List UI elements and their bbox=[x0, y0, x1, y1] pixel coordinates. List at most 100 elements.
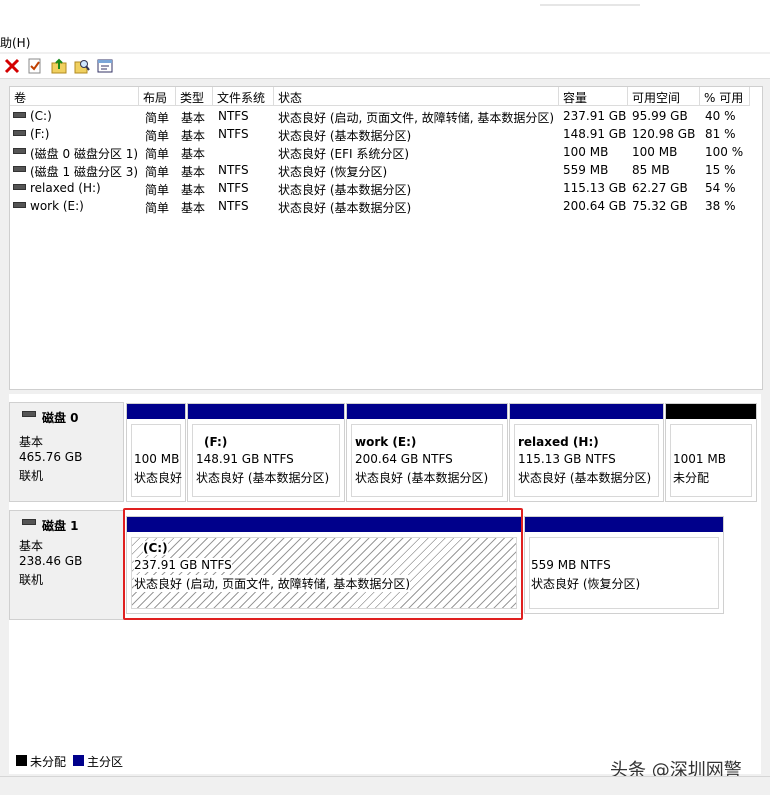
disk-type: 基本 bbox=[19, 435, 44, 449]
table-row[interactable]: (C:) 简单 基本 NTFS 状态良好 (启动, 页面文件, 故障转储, 基本… bbox=[10, 107, 762, 125]
disk-state: 联机 bbox=[19, 573, 44, 587]
col-header-pct-free[interactable]: % 可用 bbox=[700, 87, 750, 106]
cell-layout: 简单 bbox=[145, 201, 170, 215]
partition-size: 115.13 GB NTFS bbox=[518, 452, 616, 466]
col-header-capacity[interactable]: 容量 bbox=[559, 87, 628, 106]
cell-volume: (磁盘 1 磁盘分区 3) bbox=[30, 165, 139, 179]
drive-icon bbox=[13, 202, 26, 208]
cell-capacity: 100 MB bbox=[563, 145, 609, 159]
partition-title: relaxed (H:) bbox=[518, 435, 599, 449]
explore-icon[interactable] bbox=[74, 58, 90, 74]
partition-bar bbox=[525, 517, 723, 532]
volume-list: 卷 布局 类型 文件系统 状态 容量 可用空间 % 可用 (C:) 简单 基本 … bbox=[9, 86, 763, 390]
cell-capacity: 148.91 GB bbox=[563, 127, 627, 141]
cell-layout: 简单 bbox=[145, 111, 170, 125]
cell-fs: NTFS bbox=[218, 199, 249, 213]
partition-unallocated[interactable]: 1001 MB 未分配 bbox=[665, 403, 757, 502]
col-header-status[interactable]: 状态 bbox=[274, 87, 559, 106]
partition-status: 状态良好 (基本数据分区) bbox=[355, 471, 489, 485]
col-header-filesystem[interactable]: 文件系统 bbox=[213, 87, 274, 106]
table-row[interactable]: (F:) 简单 基本 NTFS 状态良好 (基本数据分区) 148.91 GB … bbox=[10, 125, 762, 143]
partition-size: 559 MB NTFS bbox=[531, 558, 611, 572]
cell-volume: (C:) bbox=[30, 109, 52, 123]
cell-free: 62.27 GB bbox=[632, 181, 688, 195]
cell-status: 状态良好 (恢复分区) bbox=[278, 165, 388, 179]
partition-size: 100 MB bbox=[134, 452, 180, 466]
cell-status: 状态良好 (基本数据分区) bbox=[278, 201, 412, 215]
disk-map: 磁盘 0 基本 465.76 GB 联机 100 MB 状态良好 (F:) 14… bbox=[9, 394, 761, 774]
cell-layout: 简单 bbox=[145, 147, 170, 161]
partition-size: 148.91 GB NTFS bbox=[196, 452, 294, 466]
partition-title: work (E:) bbox=[355, 435, 417, 449]
cell-layout: 简单 bbox=[145, 183, 170, 197]
partition-bar bbox=[347, 404, 507, 419]
delete-icon[interactable] bbox=[4, 58, 20, 74]
disk-type: 基本 bbox=[19, 539, 44, 553]
cell-layout: 简单 bbox=[145, 129, 170, 143]
partition-status: 状态良好 (恢复分区) bbox=[531, 577, 641, 591]
disk-0-label[interactable]: 磁盘 0 基本 465.76 GB 联机 bbox=[9, 402, 124, 502]
disk-name: 磁盘 0 bbox=[42, 411, 79, 425]
partition-f[interactable]: (F:) 148.91 GB NTFS 状态良好 (基本数据分区) bbox=[187, 403, 345, 502]
cell-type: 基本 bbox=[181, 165, 206, 179]
cell-free: 95.99 GB bbox=[632, 109, 688, 123]
cell-type: 基本 bbox=[181, 183, 206, 197]
cell-pct: 38 % bbox=[705, 199, 736, 213]
partition-e[interactable]: work (E:) 200.64 GB NTFS 状态良好 (基本数据分区) bbox=[346, 403, 508, 502]
help-icon[interactable] bbox=[97, 58, 113, 74]
partition-title: (F:) bbox=[204, 435, 228, 449]
legend-primary-swatch bbox=[73, 755, 84, 766]
cell-volume: relaxed (H:) bbox=[30, 181, 101, 195]
toolbar bbox=[0, 54, 770, 79]
col-header-type[interactable]: 类型 bbox=[176, 87, 213, 106]
menu-bar: 助(H) bbox=[0, 30, 770, 52]
open-folder-icon[interactable] bbox=[51, 58, 67, 74]
cell-pct: 15 % bbox=[705, 163, 736, 177]
status-bar bbox=[0, 776, 770, 795]
cell-fs: NTFS bbox=[218, 163, 249, 177]
col-header-layout[interactable]: 布局 bbox=[139, 87, 176, 106]
properties-icon[interactable] bbox=[27, 58, 43, 74]
partition-efi[interactable]: 100 MB 状态良好 bbox=[126, 403, 186, 502]
cell-free: 75.32 GB bbox=[632, 199, 688, 213]
drive-icon bbox=[13, 148, 26, 154]
drive-icon bbox=[13, 184, 26, 190]
drive-icon bbox=[13, 166, 26, 172]
cell-type: 基本 bbox=[181, 111, 206, 125]
cell-volume: (磁盘 0 磁盘分区 1) bbox=[30, 147, 139, 161]
disk-size: 465.76 GB bbox=[19, 450, 83, 464]
cell-volume: (F:) bbox=[30, 127, 50, 141]
cell-pct: 81 % bbox=[705, 127, 736, 141]
col-header-volume[interactable]: 卷 bbox=[10, 87, 139, 106]
table-row[interactable]: (磁盘 0 磁盘分区 1) 简单 基本 状态良好 (EFI 系统分区) 100 … bbox=[10, 143, 762, 161]
legend-primary-label: 主分区 bbox=[87, 755, 124, 769]
cell-status: 状态良好 (EFI 系统分区) bbox=[278, 147, 410, 161]
partition-status: 状态良好 (基本数据分区) bbox=[518, 471, 652, 485]
partition-h[interactable]: relaxed (H:) 115.13 GB NTFS 状态良好 (基本数据分区… bbox=[509, 403, 664, 502]
menu-help[interactable]: 助(H) bbox=[0, 34, 30, 51]
cell-capacity: 237.91 GB bbox=[563, 109, 627, 123]
table-row[interactable]: work (E:) 简单 基本 NTFS 状态良好 (基本数据分区) 200.6… bbox=[10, 197, 762, 215]
cell-capacity: 115.13 GB bbox=[563, 181, 627, 195]
cell-pct: 54 % bbox=[705, 181, 736, 195]
partition-status: 状态良好 bbox=[134, 471, 183, 485]
col-header-free[interactable]: 可用空间 bbox=[628, 87, 700, 106]
partition-bar bbox=[127, 404, 185, 419]
disk-1-label[interactable]: 磁盘 1 基本 238.46 GB 联机 bbox=[9, 510, 124, 620]
disk-icon bbox=[22, 411, 36, 417]
drive-icon bbox=[13, 130, 26, 136]
legend-unallocated-label: 未分配 bbox=[30, 755, 67, 769]
partition-size: 1001 MB bbox=[673, 452, 726, 466]
partition-status: 状态良好 (基本数据分区) bbox=[196, 471, 330, 485]
table-row[interactable]: (磁盘 1 磁盘分区 3) 简单 基本 NTFS 状态良好 (恢复分区) 559… bbox=[10, 161, 762, 179]
cell-type: 基本 bbox=[181, 201, 206, 215]
partition-recovery[interactable]: 559 MB NTFS 状态良好 (恢复分区) bbox=[524, 516, 724, 614]
table-row[interactable]: relaxed (H:) 简单 基本 NTFS 状态良好 (基本数据分区) 11… bbox=[10, 179, 762, 197]
cell-capacity: 200.64 GB bbox=[563, 199, 627, 213]
disk-size: 238.46 GB bbox=[19, 554, 83, 568]
partition-bar bbox=[510, 404, 663, 419]
cell-type: 基本 bbox=[181, 129, 206, 143]
disk-state: 联机 bbox=[19, 469, 44, 483]
cell-status: 状态良好 (基本数据分区) bbox=[278, 129, 412, 143]
highlight-box bbox=[123, 508, 523, 620]
